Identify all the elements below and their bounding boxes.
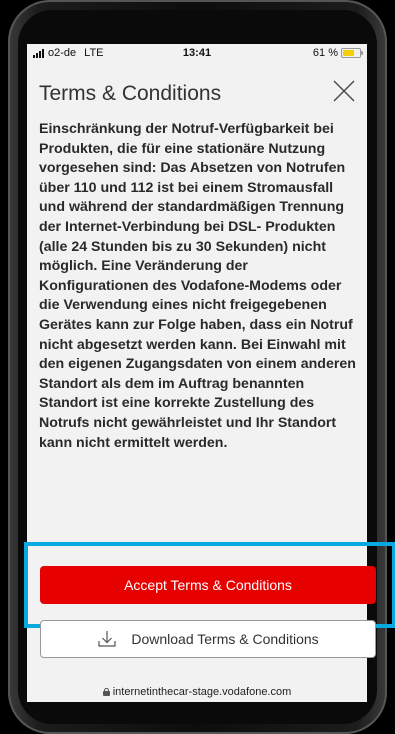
download-button-label: Download Terms & Conditions: [131, 631, 319, 647]
url-text: internetinthecar-stage.vodafone.com: [112, 686, 292, 698]
terms-text: Einschränkung der Notruf-Verfügbarkeit b…: [39, 121, 356, 451]
download-terms-button[interactable]: Download Terms & Conditions: [40, 620, 376, 658]
status-bar: o2-de LTE 13:41 61 %: [27, 44, 367, 64]
close-button[interactable]: [333, 80, 355, 102]
battery-icon: [341, 48, 363, 58]
accept-terms-button[interactable]: Accept Terms & Conditions: [40, 566, 376, 604]
modal-header: Terms & Conditions: [27, 64, 367, 108]
close-icon: [333, 80, 355, 102]
download-icon: [97, 629, 117, 649]
status-right: 61 %: [312, 47, 363, 59]
page-title: Terms & Conditions: [39, 82, 222, 105]
browser-url-bar[interactable]: internetinthecar-stage.vodafone.com: [27, 682, 367, 702]
lock-icon: [102, 688, 110, 696]
battery-fill: [343, 50, 354, 56]
battery-percent: 61 %: [312, 47, 338, 59]
